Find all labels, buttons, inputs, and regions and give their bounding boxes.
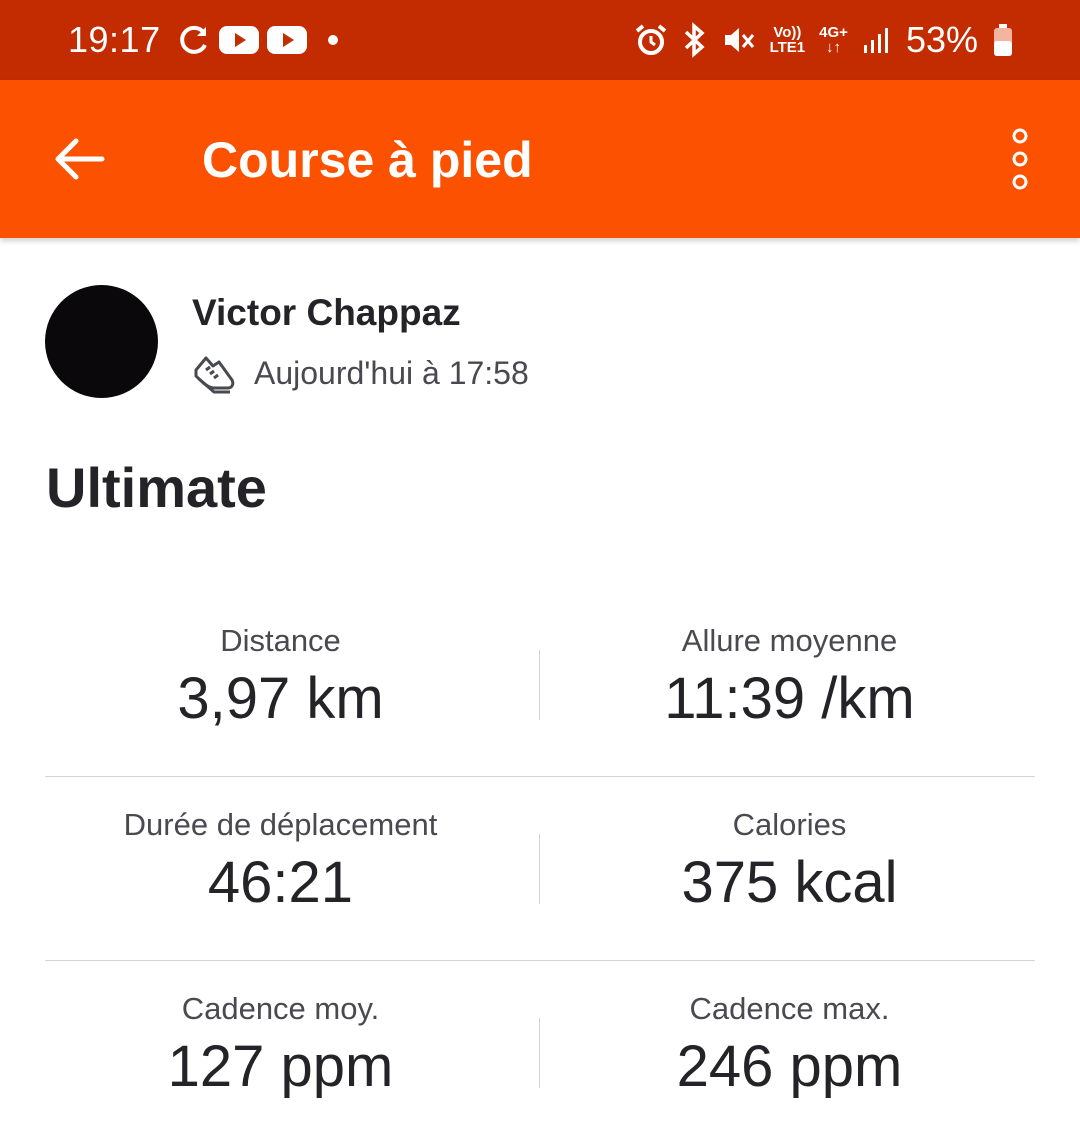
more-vertical-icon	[1012, 128, 1028, 190]
stat-moving-time: Durée de déplacement 46:21	[33, 777, 528, 918]
arrow-left-icon	[55, 138, 105, 180]
avatar[interactable]	[45, 285, 158, 398]
stat-label: Distance	[220, 623, 341, 658]
alarm-icon	[635, 24, 666, 55]
stat-label: Allure moyenne	[681, 623, 898, 658]
status-left-icons	[177, 23, 345, 57]
status-right-icons: Vo)) LTE1 4G+ ↓↑ 53%	[634, 19, 1014, 61]
sync-icon	[179, 25, 207, 54]
stat-average-cadence: Cadence moy. 127 ppm	[33, 961, 528, 1102]
stat-divider	[539, 834, 540, 904]
stat-value: 246 ppm	[676, 1034, 903, 1099]
stat-value: 375 kcal	[681, 850, 898, 915]
stat-value: 3,97 km	[177, 666, 384, 731]
data-type-label: 4G+	[819, 24, 848, 41]
more-options-button[interactable]	[1004, 124, 1036, 196]
stat-distance: Distance 3,97 km	[33, 593, 528, 734]
stat-value: 127 ppm	[167, 1034, 394, 1099]
stat-label: Cadence moy.	[181, 991, 380, 1026]
app-bar: Course à pied	[0, 80, 1080, 238]
notification-dot-icon	[327, 35, 338, 45]
volte-label: Vo))	[773, 24, 802, 41]
status-bar: 19:17 Vo)) LTE1 4G+ ↓↑ 53%	[0, 0, 1080, 80]
stat-label: Durée de déplacement	[123, 807, 438, 842]
stats-grid: Distance 3,97 km Allure moyenne 11:39 /k…	[45, 593, 1035, 1144]
stats-row: Cadence moy. 127 ppm Cadence max. 246 pp…	[45, 961, 1035, 1144]
back-button[interactable]	[52, 136, 108, 182]
signal-icon	[863, 28, 888, 53]
4g-icon: 4G+ ↓↑	[819, 25, 848, 55]
data-arrows-label: ↓↑	[826, 39, 842, 56]
stat-average-pace: Allure moyenne 11:39 /km	[542, 593, 1037, 734]
battery-icon	[994, 24, 1012, 56]
stat-label: Cadence max.	[689, 991, 890, 1026]
activity-timestamp: Aujourd'hui à 17:58	[254, 355, 529, 391]
stat-divider	[539, 650, 540, 720]
bluetooth-icon	[684, 22, 705, 58]
youtube-icon	[218, 26, 259, 54]
stat-value: 46:21	[207, 850, 354, 915]
stat-max-cadence: Cadence max. 246 ppm	[542, 961, 1037, 1102]
stat-label: Calories	[732, 807, 847, 842]
mute-icon	[724, 28, 754, 52]
activity-title: Ultimate	[46, 456, 267, 519]
battery-percent: 53%	[905, 19, 978, 60]
volte-icon: Vo)) LTE1	[770, 25, 806, 55]
stat-calories: Calories 375 kcal	[542, 777, 1037, 918]
stat-value: 11:39 /km	[664, 666, 915, 731]
stat-divider	[539, 1018, 540, 1088]
stats-row: Distance 3,97 km Allure moyenne 11:39 /k…	[45, 593, 1035, 777]
page-title: Course à pied	[202, 132, 533, 188]
running-shoe-icon	[194, 356, 235, 394]
athlete-name[interactable]: Victor Chappaz	[192, 290, 461, 336]
status-time: 19:17	[68, 19, 161, 60]
stats-row: Durée de déplacement 46:21 Calories 375 …	[45, 777, 1035, 961]
lte-label: LTE1	[769, 39, 806, 56]
youtube-icon	[266, 26, 307, 54]
